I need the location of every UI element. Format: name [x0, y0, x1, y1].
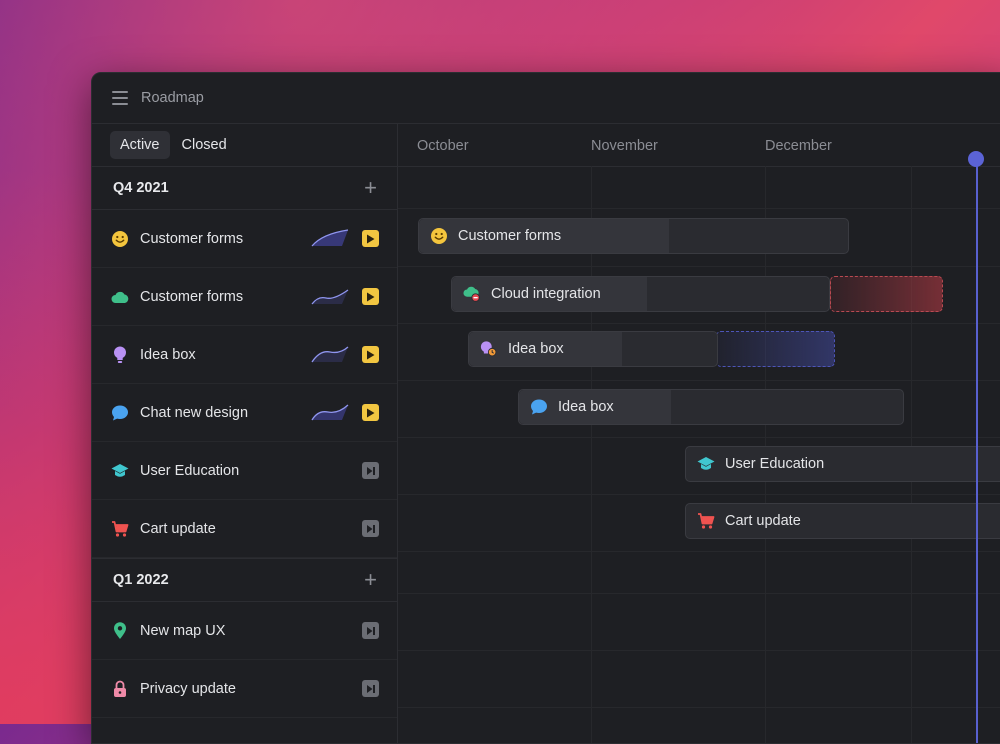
month-label: October — [417, 138, 469, 154]
list-item-label: Customer forms — [140, 230, 244, 247]
list-item[interactable]: Customer forms — [92, 210, 397, 268]
timeline-panel: October November December Customer forms — [398, 124, 1000, 743]
list-item-label: Customer forms — [140, 288, 244, 305]
cart-icon — [697, 512, 715, 530]
list-item[interactable]: Idea box — [92, 326, 397, 384]
graduation-cap-icon — [111, 462, 129, 480]
grid-row-line — [398, 494, 1000, 495]
timeline-bar[interactable]: Customer forms — [418, 218, 849, 254]
list-item[interactable]: Cart update — [92, 500, 397, 558]
smiley-icon — [430, 227, 448, 245]
play-icon[interactable] — [362, 404, 379, 421]
roadmap-window: Roadmap Active Closed Q4 2021 + Customer… — [91, 72, 1000, 744]
timeline-bar-label: Cart update — [725, 513, 801, 529]
timeline-bar[interactable]: User Education — [685, 446, 1000, 482]
play-icon[interactable] — [362, 288, 379, 305]
list-item-label: Privacy update — [140, 680, 236, 697]
grid-row-line — [398, 380, 1000, 381]
skip-icon[interactable] — [362, 622, 379, 639]
list-item-label: Chat new design — [140, 404, 249, 421]
skip-icon[interactable] — [362, 520, 379, 537]
chat-bubble-icon — [111, 404, 129, 422]
timeline-bar-label: Idea box — [558, 399, 614, 415]
grid-row-line — [398, 437, 1000, 438]
month-label: December — [765, 138, 832, 154]
play-icon[interactable] — [362, 346, 379, 363]
list-item[interactable]: New map UX — [92, 602, 397, 660]
list-item-label: Cart update — [140, 520, 216, 537]
list-item[interactable]: User Education — [92, 442, 397, 500]
list-item-label: User Education — [140, 462, 240, 479]
group-label: Q1 2022 — [113, 572, 169, 588]
cart-icon — [111, 520, 129, 538]
hamburger-menu-icon[interactable] — [112, 91, 128, 105]
window-title: Roadmap — [141, 90, 204, 106]
status-tabs: Active Closed — [92, 124, 397, 167]
timeline-bar[interactable]: Idea box — [518, 389, 904, 425]
grid-row-line — [398, 707, 1000, 708]
lightbulb-icon — [111, 346, 129, 364]
group-label: Q4 2021 — [113, 180, 169, 196]
group-header-q4-2021: Q4 2021 + — [92, 167, 397, 210]
timeline-bar[interactable]: Idea box — [468, 331, 718, 367]
today-marker-handle[interactable] — [968, 151, 984, 167]
tab-active[interactable]: Active — [110, 131, 170, 159]
cloud-icon — [111, 288, 129, 306]
smiley-icon — [111, 230, 129, 248]
grid-row-line — [398, 323, 1000, 324]
sparkline-icon — [311, 404, 349, 421]
grid-row-line — [398, 551, 1000, 552]
sparkline-icon — [311, 346, 349, 363]
graduation-cap-icon — [697, 455, 715, 473]
timeline-bar-label: Idea box — [508, 341, 564, 357]
timeline-bar-label: Cloud integration — [491, 286, 601, 302]
month-header: October November December — [398, 124, 1000, 167]
timeline-bar[interactable]: Cloud integration — [451, 276, 830, 312]
add-item-icon[interactable]: + — [364, 569, 377, 591]
planned-extension-bar[interactable] — [716, 331, 835, 367]
grid-row-line — [398, 208, 1000, 209]
today-marker-line — [976, 159, 978, 743]
grid-row-line — [398, 593, 1000, 594]
title-bar: Roadmap — [92, 73, 1000, 124]
map-pin-icon — [111, 621, 129, 640]
cloud-remove-icon — [463, 285, 481, 303]
overdue-extension-bar[interactable] — [830, 276, 943, 312]
project-list-panel: Active Closed Q4 2021 + Customer forms C… — [92, 124, 398, 743]
timeline-bar[interactable]: Cart update — [685, 503, 1000, 539]
list-item[interactable]: Customer forms — [92, 268, 397, 326]
tab-closed[interactable]: Closed — [172, 131, 237, 159]
list-item[interactable]: Privacy update — [92, 660, 397, 718]
grid-row-line — [398, 650, 1000, 651]
list-item-label: New map UX — [140, 622, 226, 639]
padlock-icon — [111, 680, 129, 698]
list-item[interactable]: Chat new design — [92, 384, 397, 442]
list-item-label: Idea box — [140, 346, 196, 363]
add-item-icon[interactable]: + — [364, 177, 377, 199]
month-label: November — [591, 138, 658, 154]
timeline-bar-label: User Education — [725, 456, 825, 472]
sparkline-icon — [311, 229, 349, 247]
grid-row-line — [398, 266, 1000, 267]
lightbulb-clock-icon — [480, 340, 498, 358]
skip-icon[interactable] — [362, 680, 379, 697]
chat-bubble-icon — [530, 398, 548, 416]
play-icon[interactable] — [362, 230, 379, 247]
sparkline-icon — [311, 289, 349, 305]
group-header-q1-2022: Q1 2022 + — [92, 558, 397, 602]
skip-icon[interactable] — [362, 462, 379, 479]
timeline-bar-label: Customer forms — [458, 228, 562, 244]
